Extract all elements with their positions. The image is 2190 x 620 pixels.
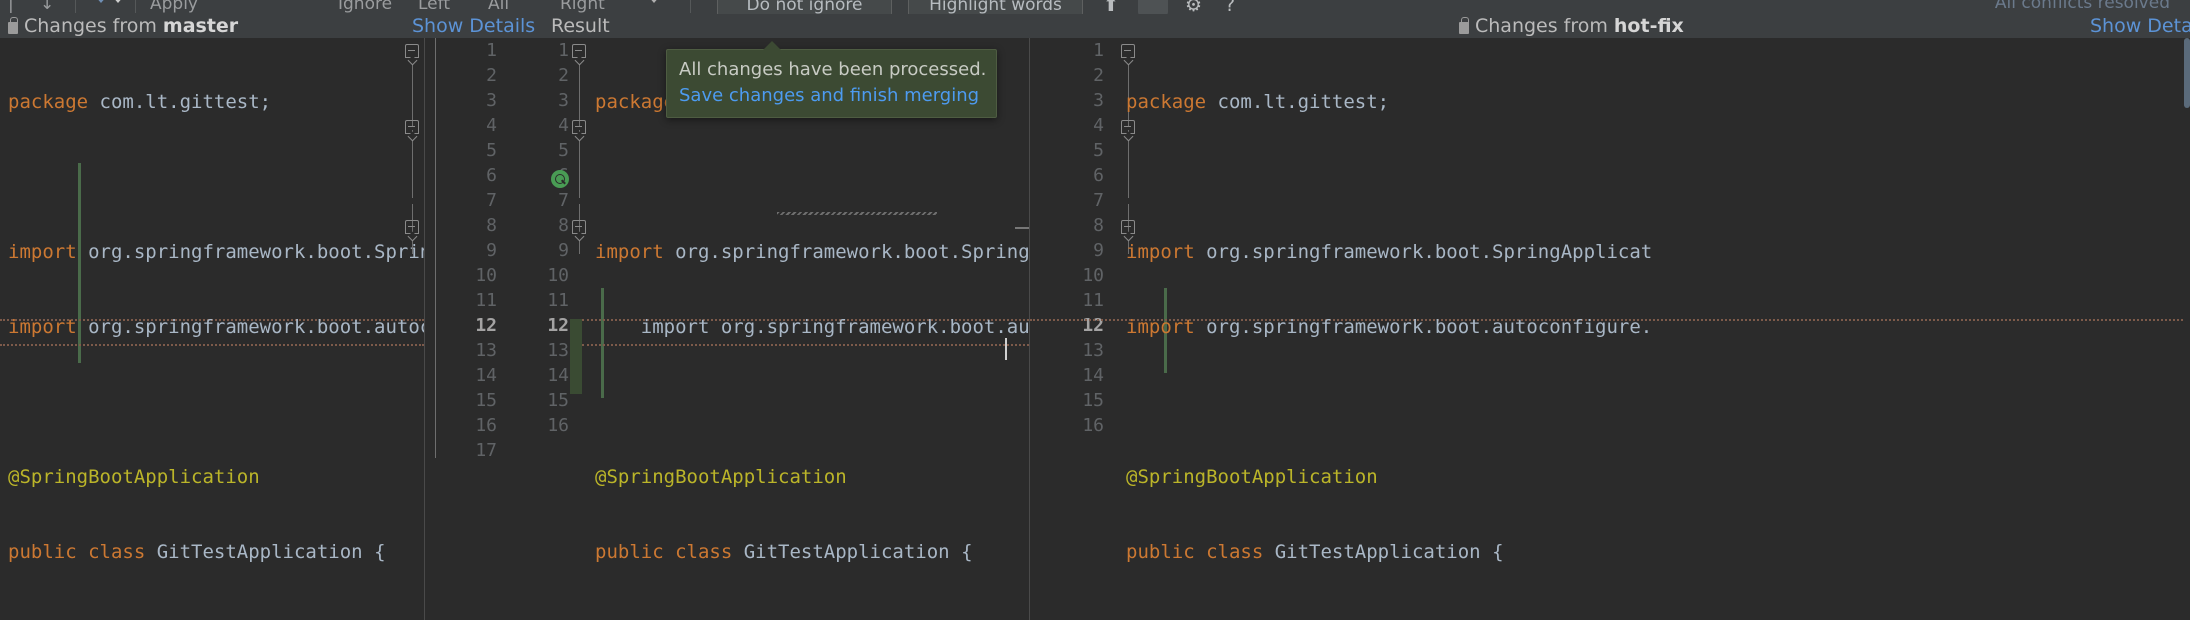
- toolbar-divider-2: [135, 0, 136, 13]
- fold-placeholder: [1015, 227, 1029, 229]
- help-icon[interactable]: ?: [1225, 0, 1235, 14]
- code-line: public class GitTestApplication {: [8, 541, 386, 563]
- right-show-details-link[interactable]: Show Details: [2090, 14, 2190, 38]
- settings-gear-icon[interactable]: ⚙: [1185, 0, 1202, 14]
- scrollbar-thumb[interactable]: [2184, 38, 2190, 108]
- code-line: public class GitTestApplication {: [595, 541, 973, 563]
- tooltip-message: All changes have been processed.: [679, 59, 987, 80]
- code-line: import org.springframework.boot.autoconf…: [1126, 316, 1653, 338]
- toolbar-right-label[interactable]: Right: [560, 0, 605, 14]
- right-pane-title: Changes from hot-fix: [1459, 14, 1684, 38]
- left-editor-pane[interactable]: package com.lt.gittest; import org.sprin…: [0, 38, 424, 620]
- pane-header-row: Changes from master Show Details Result …: [0, 14, 2190, 38]
- warning-squiggle: [777, 212, 937, 215]
- prev-diff-icon[interactable]: ⬆: [1103, 0, 1119, 14]
- vertical-scrollbar[interactable]: [2184, 38, 2190, 620]
- toolbar-ignore-label[interactable]: Ignore: [338, 0, 392, 14]
- toolbar-left-label[interactable]: Left: [418, 0, 450, 14]
- left-pane-branch: master: [162, 15, 239, 37]
- right-code-content[interactable]: package com.lt.gittest; import org.sprin…: [1030, 38, 2190, 620]
- merge-complete-tooltip[interactable]: All changes have been processed. Save ch…: [666, 41, 998, 118]
- result-editor-pane[interactable]: 1 2 3 4 5 6 7 8 9 10 11 12 13 14 15 16 1…: [425, 38, 1029, 620]
- right-pane-branch: hot-fix: [1613, 15, 1684, 37]
- conflicts-resolved-status: All conflicts resolved: [1994, 0, 2170, 13]
- apply-dropdown-arrow-icon[interactable]: [112, 0, 124, 3]
- code-line: import org.springframework.boot.SpringAp…: [8, 241, 424, 263]
- highlight-policy-combo[interactable]: Highlight words: [908, 0, 1083, 14]
- apply-left-arrow-icon[interactable]: [95, 0, 107, 3]
- code-line: public class GitTestApplication {: [1126, 541, 1504, 563]
- result-code-content[interactable]: package com.lt.gittest; import org.sprin…: [425, 38, 1029, 620]
- code-line: import org.springframework.boot.autoconf…: [640, 316, 1029, 338]
- next-diff-button[interactable]: [1138, 0, 1168, 14]
- merge-conflict-editor: | ↓ Apply Ignore Left All Right Do not i…: [0, 0, 2190, 620]
- toolbar-divider-3: [690, 0, 691, 13]
- toolbar-more-arrow-icon[interactable]: [648, 0, 660, 3]
- left-show-details-link[interactable]: Show Details: [412, 14, 535, 38]
- toolbar-divider-1: [75, 0, 76, 13]
- toolbar-item-0[interactable]: |: [8, 0, 14, 14]
- code-line: @SpringBootApplication: [8, 466, 260, 488]
- code-line: import org.springframework.boot.SpringAp…: [595, 241, 1029, 263]
- tooltip-arrow: [763, 41, 781, 50]
- code-line: package com.lt.gittest;: [8, 91, 272, 113]
- toolbar-all-label[interactable]: All: [488, 0, 509, 14]
- code-line: @SpringBootApplication: [595, 466, 847, 488]
- right-pane-title-prefix: Changes from: [1475, 15, 1608, 37]
- left-pane-title: Changes from master: [8, 14, 238, 38]
- merge-toolbar: | ↓ Apply Ignore Left All Right Do not i…: [0, 0, 2190, 14]
- fold-connector: [411, 56, 413, 126]
- left-code-content[interactable]: package com.lt.gittest; import org.sprin…: [0, 38, 424, 620]
- left-fold-strip[interactable]: [402, 38, 424, 620]
- toolbar-apply-label[interactable]: Apply: [150, 0, 198, 14]
- text-caret: [1005, 338, 1007, 360]
- lock-icon: [8, 16, 18, 34]
- code-line: import org.springframework.boot.autoconf…: [8, 316, 424, 338]
- code-line: package com.lt.gittest;: [1126, 91, 1390, 113]
- result-pane-title: Result: [551, 15, 610, 37]
- lock-icon: [1459, 16, 1469, 34]
- toolbar-item-1[interactable]: ↓: [40, 0, 54, 14]
- left-pane-title-prefix: Changes from: [24, 15, 157, 37]
- fold-collapse-icon[interactable]: [405, 120, 419, 134]
- right-editor-pane[interactable]: 1 2 3 4 5 6 7 8 9 10 11 12 13 14 15 16 p…: [1030, 38, 2190, 620]
- code-line: import org.springframework.boot.SpringAp…: [1126, 241, 1653, 263]
- ignore-policy-combo[interactable]: Do not ignore: [717, 0, 892, 14]
- fold-collapse-icon[interactable]: [405, 44, 419, 58]
- code-line: @SpringBootApplication: [1126, 466, 1378, 488]
- save-and-finish-merging-link[interactable]: Save changes and finish merging: [679, 83, 986, 109]
- fold-collapse-icon[interactable]: [405, 220, 419, 234]
